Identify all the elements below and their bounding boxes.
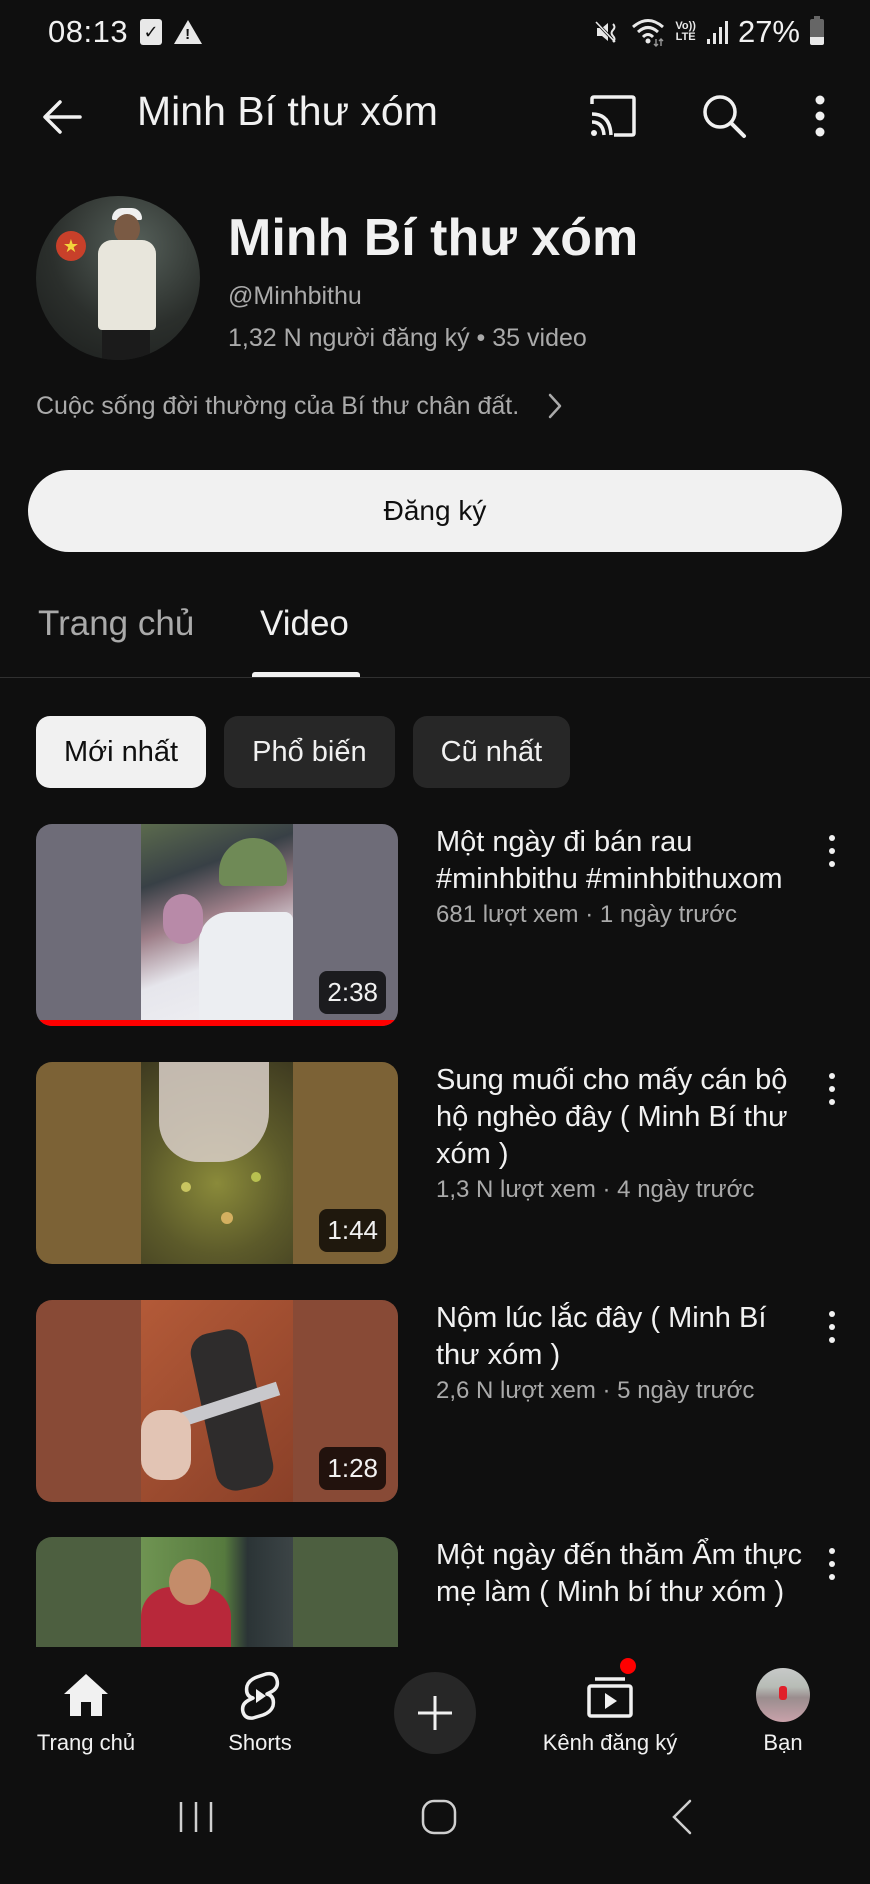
sort-chips: Mới nhất Phổ biến Cũ nhất: [36, 716, 571, 788]
video-duration: 2:38: [319, 971, 386, 1014]
video-thumbnail[interactable]: 2:38: [36, 824, 398, 1026]
video-list-item: 1:28 Nộm lúc lắc đây ( Minh Bí thư xóm )…: [0, 1300, 870, 1502]
video-thumbnail[interactable]: [36, 1537, 398, 1647]
video-list-item: 2:38 Một ngày đi bán rau #minhbithu #min…: [0, 824, 870, 1026]
lte-label: LTE: [675, 31, 696, 43]
app-bar: Minh Bí thư xóm: [0, 70, 870, 162]
battery-icon: [810, 16, 824, 45]
fig-slice: [251, 1172, 261, 1182]
helmet-shape: [219, 838, 287, 886]
bottom-navigation: Trang chủ Shorts Kênh đăng ký Bạn: [0, 1648, 870, 1758]
video-title-block[interactable]: Sung muối cho mấy cán bộ hộ nghèo đây ( …: [436, 1062, 806, 1207]
video-more-icon[interactable]: [822, 1545, 842, 1583]
thumbnail-image: [141, 1062, 293, 1264]
nav-home[interactable]: Trang chủ: [36, 1648, 136, 1756]
shirt-shape: [199, 912, 293, 1026]
hand-shape: [141, 1410, 191, 1480]
tab-home[interactable]: Trang chủ: [38, 604, 194, 644]
channel-tabs: Trang chủ Video: [0, 590, 870, 678]
video-list-item: Một ngày đến thăm Ẩm thực mẹ làm ( Minh …: [0, 1537, 870, 1647]
profile-avatar: [756, 1668, 810, 1722]
wifi-icon: [632, 19, 665, 47]
channel-description[interactable]: Cuộc sống đời thường của Bí thư chân đất…: [36, 391, 565, 421]
video-more-icon[interactable]: [822, 1070, 842, 1108]
signal-icon: [706, 21, 728, 44]
video-title: Một ngày đến thăm Ẩm thực mẹ làm ( Minh …: [436, 1539, 802, 1608]
shorts-icon: [240, 1671, 280, 1720]
video-title: Sung muối cho mấy cán bộ hộ nghèo đây ( …: [436, 1064, 788, 1170]
video-meta: 2,6 N lượt xem · 5 ngày trước: [436, 1377, 755, 1404]
status-time: 08:13: [48, 14, 129, 49]
video-title: Nộm lúc lắc đây ( Minh Bí thư xóm ): [436, 1302, 767, 1371]
video-duration: 1:28: [319, 1447, 386, 1490]
star-badge-image: ★: [56, 231, 86, 261]
system-back-icon[interactable]: [670, 1798, 694, 1836]
warning-icon: !: [174, 20, 203, 44]
more-vert-icon[interactable]: [806, 92, 834, 140]
volte-lte-icon: Vo)) LTE: [675, 21, 696, 43]
video-list-item: 1:44 Sung muối cho mấy cán bộ hộ nghèo đ…: [0, 1062, 870, 1264]
back-arrow-icon[interactable]: [40, 94, 86, 140]
chip-newest[interactable]: Mới nhất: [36, 716, 207, 788]
chip-popular[interactable]: Phổ biến: [224, 716, 395, 788]
person-face-shape: [169, 1559, 211, 1605]
description-text: Cuộc sống đời thường của Bí thư chân đất…: [36, 391, 520, 420]
nav-you-label: Bạn: [763, 1730, 803, 1755]
person-shape: [163, 894, 203, 944]
channel-avatar[interactable]: ★: [36, 196, 200, 360]
fig-slice: [181, 1182, 191, 1192]
subscriber-count: 1,32 N người đăng ký: [228, 324, 470, 352]
thumbnail-image: [141, 1537, 293, 1647]
mute-vibrate-icon: [595, 20, 617, 44]
page-title: Minh Bí thư xóm: [137, 88, 438, 134]
battery-percent: 27%: [737, 14, 800, 49]
avatar-body: [98, 240, 156, 330]
chevron-right-icon: [548, 393, 562, 419]
avatar-legs: [102, 330, 150, 360]
home-icon: [64, 1674, 108, 1716]
channel-handle: @Minhbithu: [228, 282, 362, 310]
video-title: Một ngày đi bán rau #minhbithu #minhbith…: [436, 826, 783, 895]
avatar-figure: [779, 1686, 787, 1700]
recent-apps-icon[interactable]: [178, 1798, 214, 1836]
tab-selected-indicator: [252, 672, 360, 677]
video-meta: 1,3 N lượt xem · 4 ngày trước: [436, 1176, 755, 1203]
nav-shorts-label: Shorts: [228, 1730, 292, 1755]
checkbox-notification-icon: ✓: [140, 19, 163, 45]
nav-shorts[interactable]: Shorts: [210, 1648, 310, 1756]
channel-stats: 1,32 N người đăng ký • 35 video: [228, 324, 587, 353]
subscribe-button[interactable]: Đăng ký: [28, 470, 842, 552]
thumbnail-image: [141, 1300, 293, 1502]
channel-name: Minh Bí thư xóm: [228, 209, 639, 267]
nav-create-button[interactable]: [394, 1672, 476, 1754]
video-thumbnail[interactable]: 1:44: [36, 1062, 398, 1264]
system-navigation-bar: [0, 1758, 870, 1884]
video-duration: 1:44: [319, 1209, 386, 1252]
nav-you[interactable]: Bạn: [736, 1648, 830, 1756]
notification-badge: [620, 1658, 636, 1674]
video-more-icon[interactable]: [822, 832, 842, 870]
plus-icon: [418, 1696, 452, 1730]
video-title-block[interactable]: Một ngày đến thăm Ẩm thực mẹ làm ( Minh …: [436, 1537, 806, 1611]
thumbnail-image: [141, 824, 293, 1026]
watch-progress-bar: [36, 1020, 398, 1026]
video-thumbnail[interactable]: 1:28: [36, 1300, 398, 1502]
nav-subscriptions[interactable]: Kênh đăng ký: [540, 1648, 680, 1756]
home-circle-icon[interactable]: [420, 1798, 458, 1836]
video-meta: 681 lượt xem · 1 ngày trước: [436, 901, 738, 928]
chip-oldest[interactable]: Cũ nhất: [412, 716, 571, 788]
video-count: 35 video: [492, 324, 587, 352]
nav-home-label: Trang chủ: [36, 1730, 136, 1755]
stats-separator: •: [469, 324, 493, 352]
status-bar: 08:13 ✓ ! Vo)) LTE 27%: [0, 0, 870, 64]
video-title-block[interactable]: Nộm lúc lắc đây ( Minh Bí thư xóm ) 2,6 …: [436, 1300, 806, 1408]
cast-icon[interactable]: [588, 94, 638, 138]
gloved-hands-shape: [159, 1062, 269, 1162]
search-icon[interactable]: [700, 92, 748, 140]
fig-slice: [221, 1212, 233, 1224]
nav-subscriptions-label: Kênh đăng ký: [542, 1730, 678, 1755]
video-more-icon[interactable]: [822, 1308, 842, 1346]
video-title-block[interactable]: Một ngày đi bán rau #minhbithu #minhbith…: [436, 824, 806, 932]
subscriptions-icon: [587, 1677, 633, 1718]
